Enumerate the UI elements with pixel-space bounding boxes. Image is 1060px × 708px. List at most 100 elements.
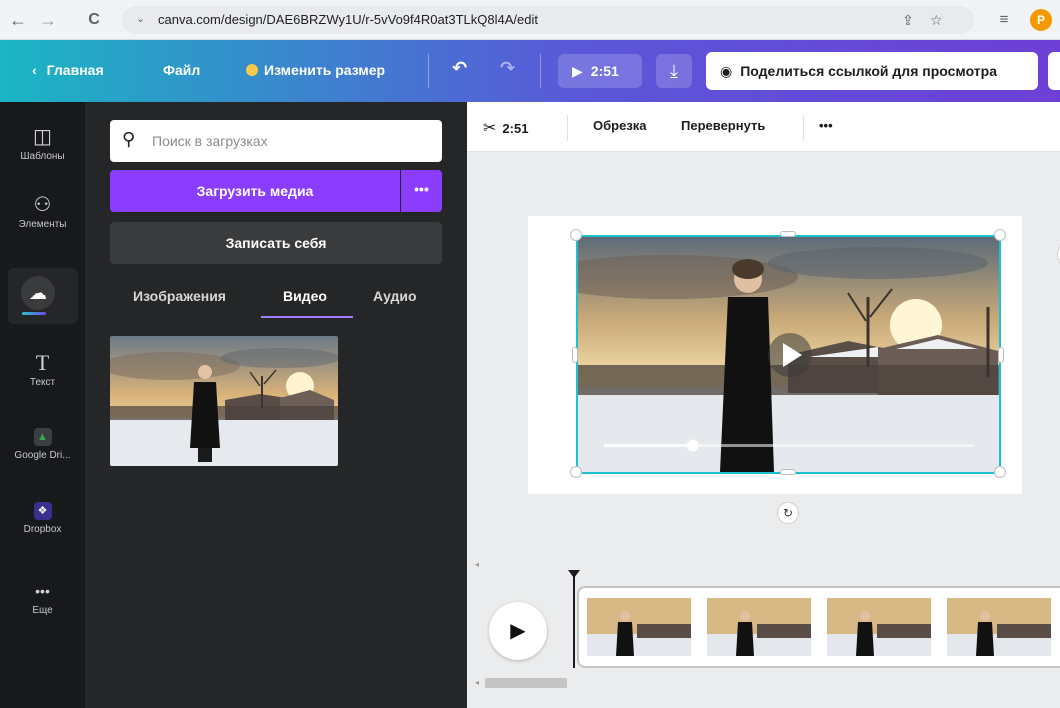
rail-item-uploads[interactable]: ☁ [8,268,78,324]
video-progress-fill [604,444,693,447]
crown-icon [246,64,258,76]
play-icon: ▶ [572,63,583,79]
download-icon[interactable]: ⤓ [656,54,692,88]
share-button-edge[interactable] [1048,52,1060,90]
timeline-frame [707,598,811,656]
editor-top-bar: ‹ Главная Файл Изменить размер ↶ ↷ ▶ 2:51 … [0,40,1060,102]
share-page-icon[interactable]: ⇪ [902,12,914,29]
left-rail: ◫ Шаблоны ⚇ Элементы ☁ T Текст ▲ Google … [0,102,85,708]
timeline-play-button[interactable]: ▶ [489,602,547,660]
video-toolbar: ✂ 2:51 Обрезка Перевернуть ••• [467,102,1060,152]
play-presentation-button[interactable]: ▶ 2:51 [558,54,642,88]
browser-bar: ← → C ⌄ canva.com/design/DAE6BRZWy1U/r-5… [0,0,1060,40]
address-bar[interactable]: ⌄ canva.com/design/DAE6BRZWy1U/r-5vVo9f4… [122,6,974,34]
divider [803,115,804,141]
rail-label: Google Dri... [14,450,71,461]
rail-label: Элементы [18,219,67,230]
timeline-frame [827,598,931,656]
resize-handle-bottom-left[interactable] [570,466,582,478]
resize-label: Изменить размер [264,62,386,78]
google-drive-icon: ▲ [33,428,52,446]
resize-button[interactable]: Изменить размер [246,62,385,78]
playhead[interactable] [573,576,575,668]
uploads-panel: ⚲ Загрузить медиа ••• Записать себя Изоб… [85,102,467,708]
timeline-frame [947,598,1051,656]
uploaded-video-thumbnail[interactable] [110,336,338,466]
rail-item-text[interactable]: T Текст [0,350,85,389]
rail-item-dropbox[interactable]: ❖ Dropbox [0,502,85,535]
trim-button[interactable]: Обрезка [593,118,647,133]
text-icon: T [35,350,50,375]
site-info-icon[interactable]: ⌄ [136,12,145,25]
resize-handle-right[interactable] [998,347,1004,363]
resize-handle-bottom[interactable] [780,469,796,475]
rail-item-elements[interactable]: ⚇ Элементы [0,194,85,230]
forward-arrow-icon[interactable]: → [36,8,60,32]
play-duration: 2:51 [590,63,619,79]
resize-handle-bottom-right[interactable] [994,466,1006,478]
clip-duration: 2:51 [502,121,529,136]
divider [428,54,429,88]
home-label: Главная [46,62,104,78]
resize-handle-top[interactable] [780,231,796,237]
search-input[interactable] [152,131,432,151]
tab-audio[interactable]: Аудио [373,288,417,304]
active-indicator [22,312,46,315]
chevron-left-icon: ‹ [32,62,37,78]
rail-label: Текст [29,377,56,388]
resize-handle-top-left[interactable] [570,229,582,241]
scissors-icon: ✂ [483,120,497,137]
video-frame-image [578,237,999,472]
more-icon: ••• [35,583,50,599]
share-label: Поделиться ссылкой для просмотра [740,63,997,79]
timeline-frame [587,598,691,656]
record-yourself-button[interactable]: Записать себя [110,222,442,264]
scroll-left-arrow-icon[interactable]: ◂ [475,678,479,687]
rotate-icon[interactable]: ↻ [777,502,799,524]
upload-media-button[interactable]: Загрузить медиа [110,170,400,212]
reload-icon[interactable]: C [82,8,106,32]
search-icon: ⚲ [122,129,136,149]
timeline-scrollbar[interactable] [485,678,567,688]
rail-item-templates[interactable]: ◫ Шаблоны [0,126,85,162]
video-thumbnail-image [110,336,338,466]
rail-item-google-drive[interactable]: ▲ Google Dri... [0,428,85,461]
resize-handle-top-right[interactable] [994,229,1006,241]
upload-options-button[interactable]: ••• [401,170,442,212]
rail-item-more[interactable]: ••• Еще [0,580,85,616]
divider [540,54,541,88]
divider [567,115,568,141]
split-button[interactable]: ✂ 2:51 [483,118,528,138]
share-view-link-button[interactable]: ◉ Поделиться ссылкой для просмотра [706,52,1038,90]
timeline: ◂ ▶ ◂ [467,560,1060,708]
undo-icon[interactable]: ↶ [452,58,467,79]
url-text: canva.com/design/DAE6BRZWy1U/r-5vVo9f4R0… [158,12,538,27]
eye-icon: ◉ [720,63,733,79]
home-link[interactable]: ‹ Главная [32,62,104,78]
rail-label: Шаблоны [20,151,65,162]
resize-handle-left[interactable] [572,347,578,363]
more-options-button[interactable]: ••• [819,118,833,133]
scroll-left-arrow-icon[interactable]: ◂ [475,560,479,569]
redo-icon[interactable]: ↷ [500,58,515,79]
upload-cloud-icon: ☁ [21,276,55,310]
active-tab-underline [261,316,353,318]
template-icon: ◫ [33,126,52,148]
timeline-clip[interactable] [577,586,1060,668]
file-menu[interactable]: Файл [163,62,200,78]
selected-video-element[interactable] [576,235,1001,474]
tab-images[interactable]: Изображения [133,288,226,304]
rail-label: Dropbox [23,524,62,535]
rail-label: Еще [32,605,53,616]
search-box[interactable]: ⚲ [110,120,442,162]
editor-canvas-area: ✂ 2:51 Обрезка Перевернуть ••• ↻ ◂ ▶ ◂ [467,102,1060,708]
reading-list-icon[interactable]: ≡ [992,8,1016,32]
bookmark-star-icon[interactable]: ☆ [930,12,943,29]
elements-icon: ⚇ [33,194,52,216]
profile-avatar[interactable]: P [1030,9,1052,31]
tab-videos[interactable]: Видео [283,288,327,304]
video-scrubber-knob[interactable] [686,439,699,452]
flip-button[interactable]: Перевернуть [681,118,765,133]
back-arrow-icon[interactable]: ← [6,8,30,32]
dropbox-icon: ❖ [33,502,52,520]
